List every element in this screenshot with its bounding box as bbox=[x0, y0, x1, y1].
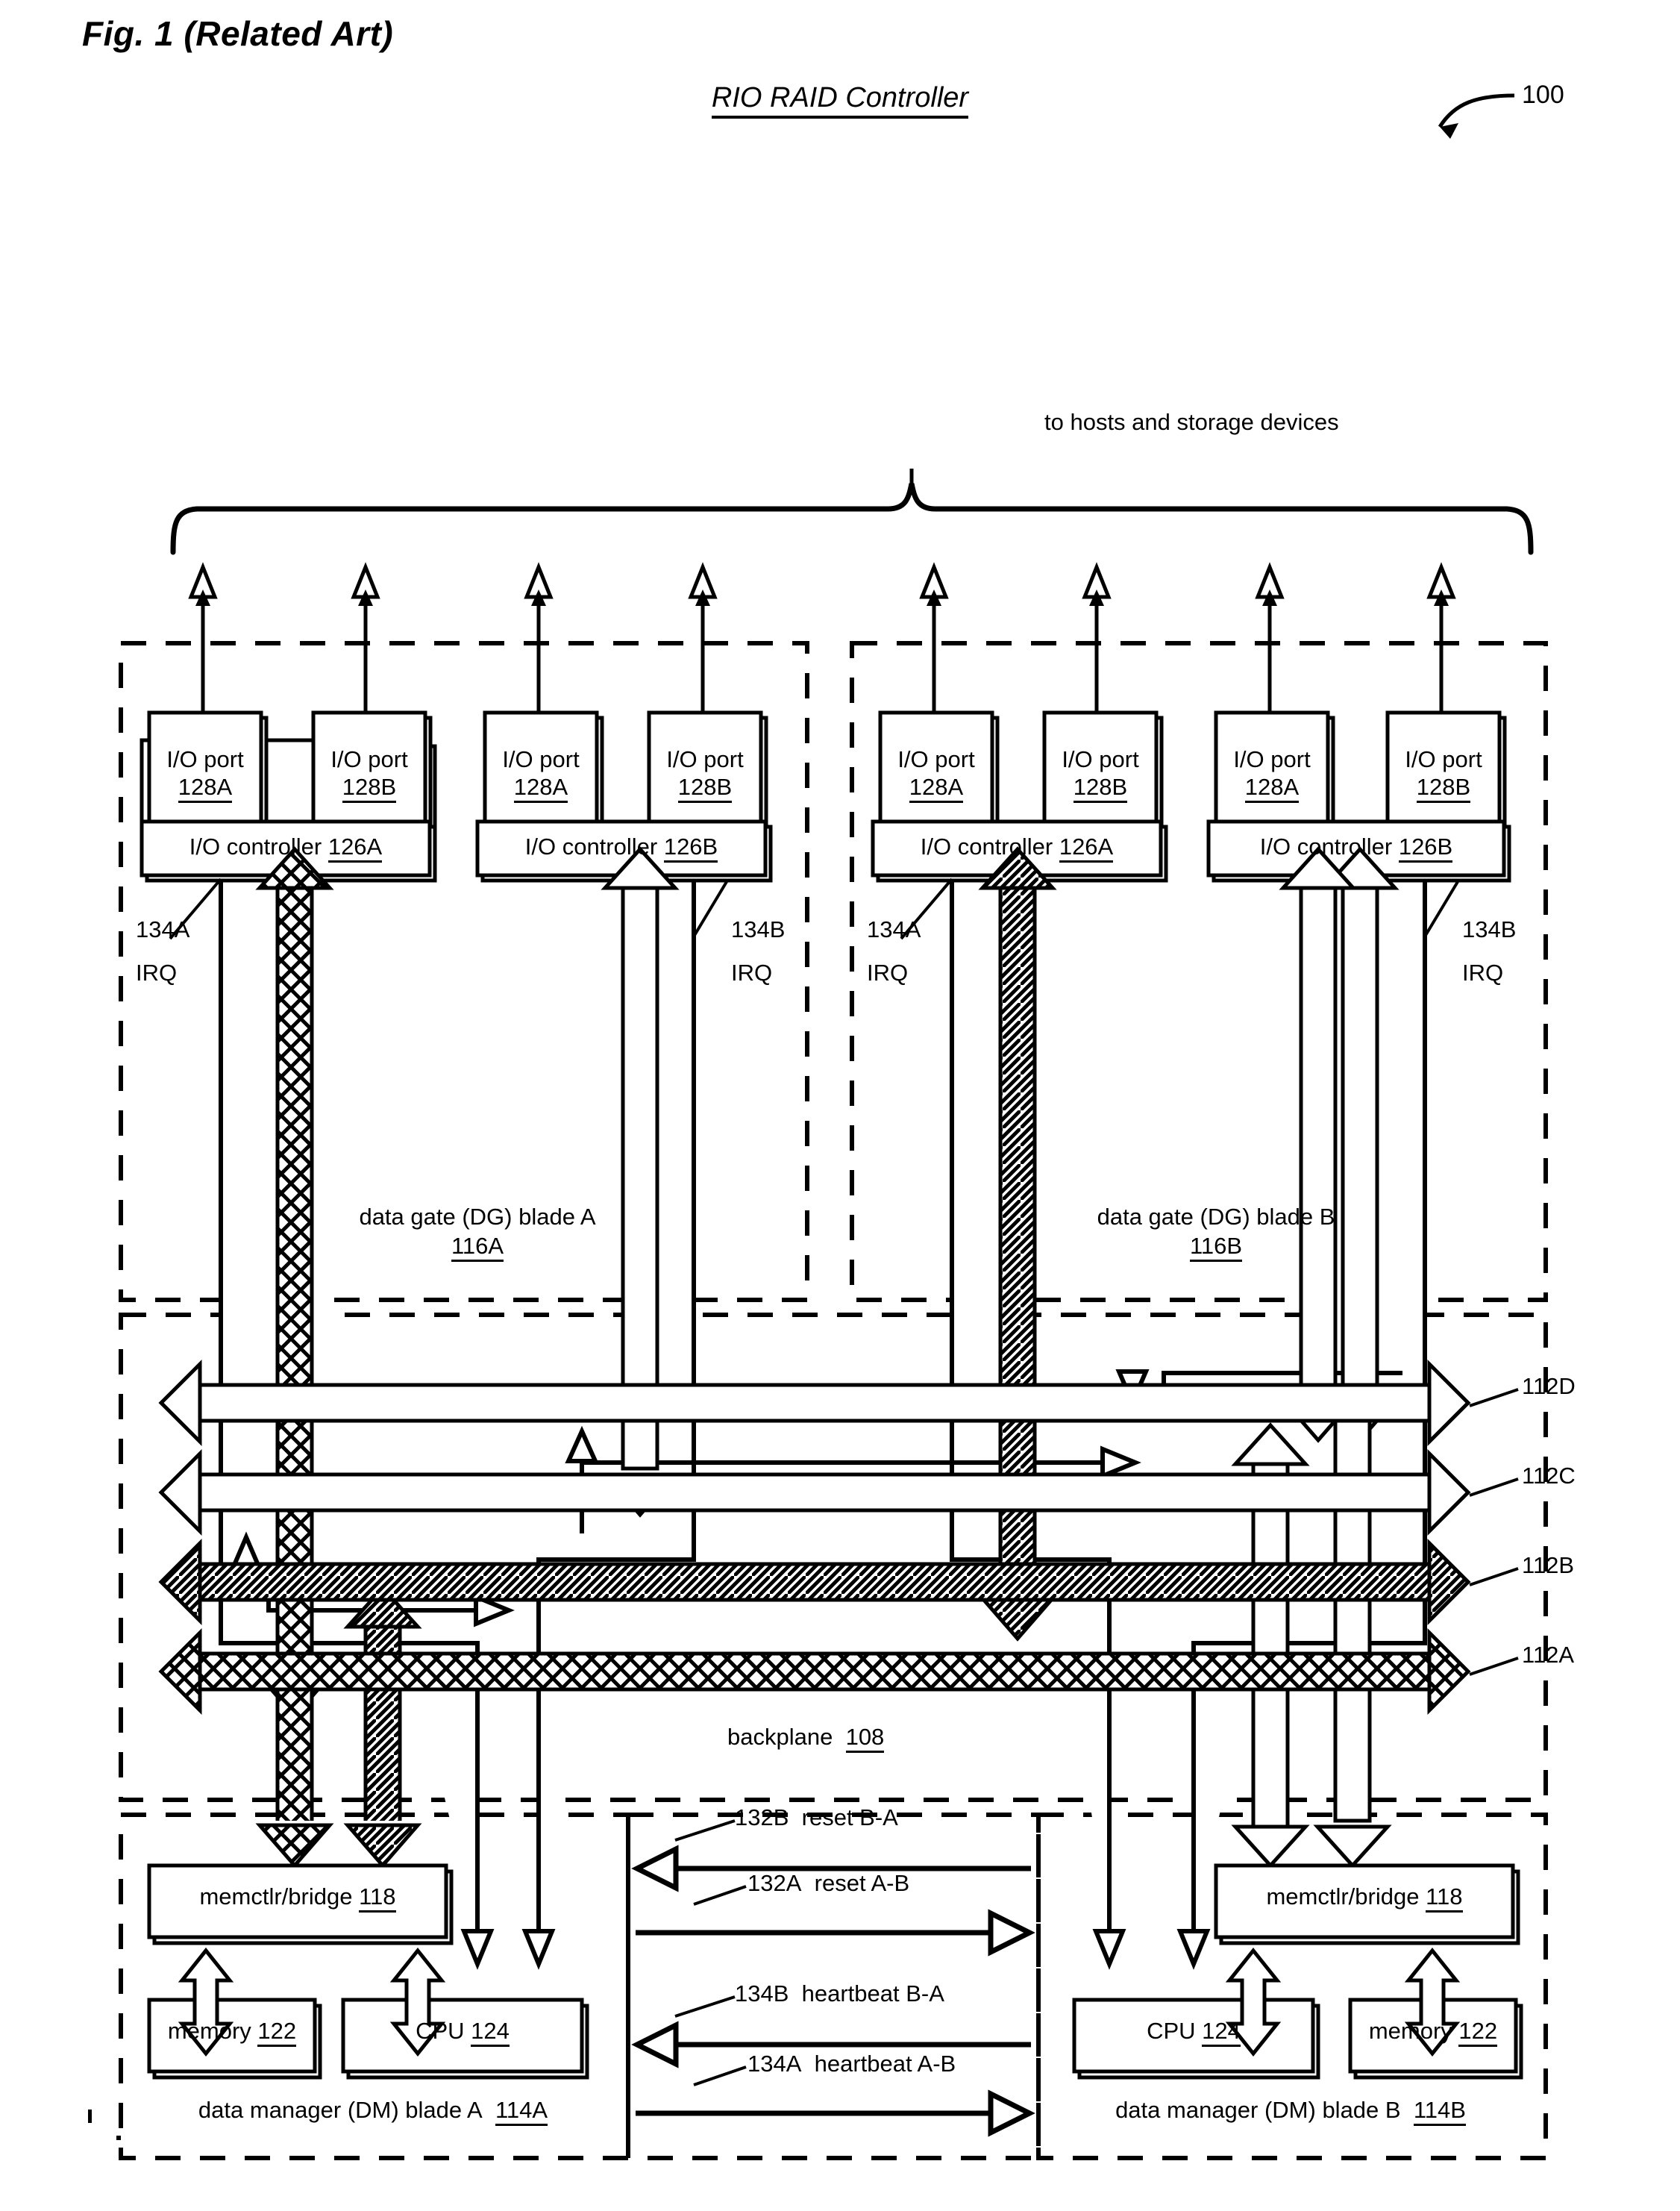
irq-ref-a2: 134B bbox=[731, 916, 786, 942]
interblade-signal-lines bbox=[631, 1819, 1035, 2137]
dg-blade-a-label: data gate (DG) blade A 116A bbox=[321, 1203, 634, 1262]
dm-blade-a-label: data manager (DM) blade A 114A bbox=[127, 2097, 619, 2126]
memory-label-a: memory 122 bbox=[149, 2018, 315, 2047]
signal-label-134b: 134B heartbeat B-A bbox=[735, 1980, 944, 2007]
cpu-label-b: CPU 124 bbox=[1074, 2018, 1313, 2047]
irq-label-b1: IRQ bbox=[867, 960, 909, 986]
bus-label-112a: 112A bbox=[1522, 1642, 1575, 1668]
signal-label-134a: 134A heartbeat A-B bbox=[747, 2051, 956, 2077]
backplane-label: backplane 108 bbox=[727, 1724, 885, 1753]
irq-label-b2: IRQ bbox=[1462, 960, 1504, 986]
io-port-label-b1a: I/O port 128A bbox=[880, 746, 992, 803]
memory-label-b: memory 122 bbox=[1350, 2018, 1516, 2047]
bus-label-112b: 112B bbox=[1522, 1552, 1575, 1578]
irq-label-a2: IRQ bbox=[731, 960, 773, 986]
signal-label-132a: 132A reset A-B bbox=[747, 1870, 910, 1896]
io-port-label-a1b: I/O port 128B bbox=[313, 746, 425, 803]
hosts-brace bbox=[170, 483, 1534, 555]
io-port-label-a1a: I/O port 128A bbox=[149, 746, 261, 803]
dg-blade-b-label: data gate (DG) blade B 116B bbox=[1059, 1203, 1373, 1262]
io-port-label-a2a: I/O port 128A bbox=[485, 746, 597, 803]
bus-label-112d: 112D bbox=[1522, 1373, 1576, 1399]
io-port-label-b2a: I/O port 128A bbox=[1216, 746, 1328, 803]
io-controller-label-b1: I/O controller 126A bbox=[873, 834, 1161, 863]
ref-100-leader bbox=[1438, 93, 1515, 139]
memctlr-bridge-label-b: memctlr/bridge 118 bbox=[1216, 1883, 1513, 1913]
memctlr-bridge-label-a: memctlr/bridge 118 bbox=[149, 1883, 446, 1913]
bus-112a-to-bridge-a bbox=[255, 1671, 334, 1868]
bus-label-leaders bbox=[1469, 1388, 1519, 1676]
irq-ref-b1: 134A bbox=[867, 916, 921, 942]
bus-riser-b-up-2 bbox=[1231, 1684, 1310, 1868]
signal-label-132b: 132B reset B-A bbox=[735, 1804, 898, 1830]
io-controller-label-a2: I/O controller 126B bbox=[477, 834, 765, 863]
dm-blade-b-label: data manager (DM) blade B 114B bbox=[1044, 2097, 1537, 2126]
io-port-label-b2b: I/O port 128B bbox=[1388, 746, 1499, 803]
cpu-label-a: CPU 124 bbox=[343, 2018, 582, 2047]
io-port-label-b1b: I/O port 128B bbox=[1044, 746, 1156, 803]
io-controller-label-b2: I/O controller 126B bbox=[1209, 834, 1504, 863]
io-port-label-a2b: I/O port 128B bbox=[649, 746, 761, 803]
irq-ref-b2: 134B bbox=[1462, 916, 1517, 942]
irq-leaders bbox=[169, 878, 1460, 940]
figure-canvas: Fig. 1 (Related Art) RIO RAID Controller… bbox=[0, 0, 1680, 2211]
scan-artifact bbox=[116, 2136, 121, 2140]
bus-label-112c: 112C bbox=[1522, 1463, 1576, 1489]
irq-label-a1: IRQ bbox=[136, 960, 178, 986]
irq-ref-a1: 134A bbox=[136, 916, 190, 942]
io-controller-label-a1: I/O controller 126A bbox=[142, 834, 430, 863]
scan-artifact bbox=[88, 2110, 92, 2123]
